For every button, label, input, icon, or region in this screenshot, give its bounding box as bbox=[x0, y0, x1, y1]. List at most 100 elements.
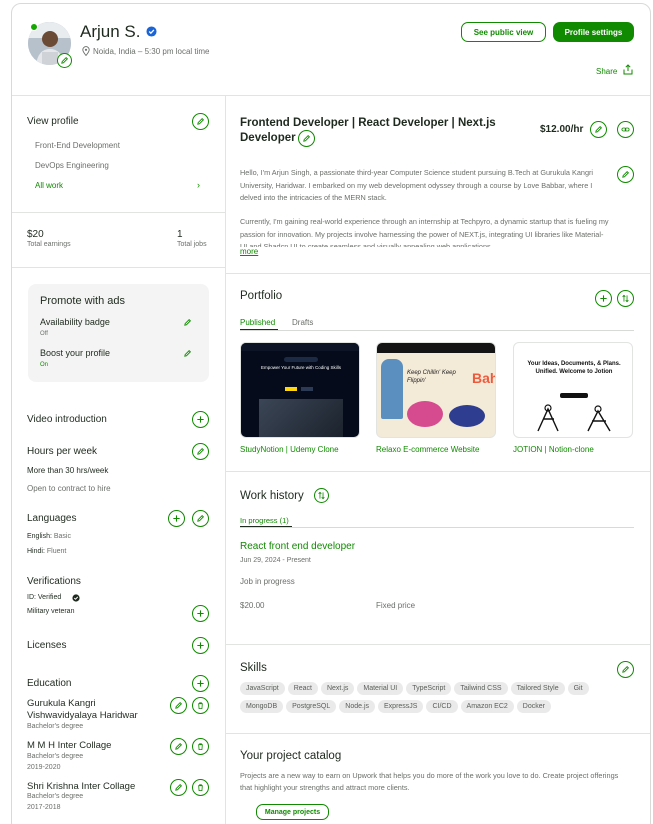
skills-list: JavaScript React Next.js Material UI TypeScr… bbox=[240, 682, 620, 718]
add-language-button[interactable] bbox=[168, 510, 185, 527]
thumb-pill bbox=[284, 357, 318, 362]
thumb-brand: Bah bbox=[472, 370, 496, 386]
portfolio-item-title[interactable]: JOTION | Notion-clone bbox=[513, 445, 594, 454]
main-divider-2 bbox=[226, 471, 650, 472]
skill-tag[interactable]: ExpressJS bbox=[378, 700, 424, 713]
skill-tag[interactable]: Next.js bbox=[320, 682, 355, 695]
portfolio-item-title[interactable]: StudyNotion | Udemy Clone bbox=[240, 445, 339, 454]
skill-tag[interactable]: JavaScript bbox=[240, 682, 285, 695]
education-years: 2019-2020 bbox=[27, 764, 61, 771]
skill-tag[interactable]: TypeScript bbox=[406, 682, 452, 695]
job-amount: $20.00 bbox=[240, 601, 265, 610]
trash-icon bbox=[198, 743, 203, 751]
bio-paragraph-2: Currently, I'm gaining real-world experi… bbox=[240, 217, 609, 247]
video-intro-title: Video introduction bbox=[27, 414, 107, 425]
main-divider-3 bbox=[226, 644, 650, 645]
skill-tag[interactable]: Git bbox=[567, 682, 589, 695]
edit-rate-button[interactable] bbox=[590, 121, 607, 138]
add-education-button[interactable] bbox=[192, 675, 209, 692]
hours-title: Hours per week bbox=[27, 446, 98, 457]
skill-tag[interactable]: CI/CD bbox=[426, 700, 458, 713]
profile-settings-button[interactable]: Profile settings bbox=[553, 22, 634, 42]
education-years: 2017-2018 bbox=[27, 804, 61, 811]
manage-projects-button[interactable]: Manage projects bbox=[256, 804, 329, 820]
copy-link-button[interactable] bbox=[617, 121, 634, 138]
skill-tag[interactable]: MongoDB bbox=[240, 700, 284, 713]
thumb-nav-bar bbox=[377, 343, 495, 353]
edit-boost-pencil-icon[interactable] bbox=[183, 349, 192, 360]
thumb-illustration bbox=[528, 403, 620, 433]
skill-tag[interactable]: Amazon EC2 bbox=[460, 700, 514, 713]
profile-link-devops[interactable]: DevOps Engineering bbox=[35, 161, 109, 170]
plus-icon bbox=[600, 295, 607, 302]
pencil-icon bbox=[595, 125, 603, 133]
project-catalog-title: Your project catalog bbox=[240, 750, 342, 762]
tab-in-progress[interactable]: In progress (1) bbox=[240, 516, 289, 525]
portfolio-thumbnail[interactable]: Empower Your Future with Coding Skills bbox=[240, 342, 360, 438]
portfolio-thumbnail[interactable]: Keep Chillin' Keep Flippin' Bah bbox=[376, 342, 496, 438]
skill-tag[interactable]: PostgreSQL bbox=[286, 700, 337, 713]
edit-photo-button[interactable] bbox=[57, 53, 72, 68]
sort-arrows-icon bbox=[622, 294, 629, 303]
edit-languages-button[interactable] bbox=[192, 510, 209, 527]
pencil-icon bbox=[197, 447, 205, 455]
delete-education-button[interactable] bbox=[192, 738, 209, 755]
edit-education-button[interactable] bbox=[170, 738, 187, 755]
chevron-right-icon: › bbox=[197, 180, 200, 190]
location-text: Noida, India – 5:30 pm local time bbox=[93, 47, 210, 56]
add-video-button[interactable] bbox=[192, 411, 209, 428]
delete-education-button[interactable] bbox=[192, 779, 209, 796]
trash-icon bbox=[198, 784, 203, 792]
edit-bio-button[interactable] bbox=[617, 166, 634, 183]
skill-tag[interactable]: Material UI bbox=[357, 682, 404, 695]
bio-more-link[interactable]: more bbox=[240, 247, 258, 256]
language-level: Basic bbox=[53, 533, 71, 540]
skill-tag[interactable]: Docker bbox=[516, 700, 551, 713]
thumb-nav-bar bbox=[241, 343, 359, 351]
edit-specialized-profiles-button[interactable] bbox=[192, 113, 209, 130]
pencil-icon bbox=[197, 514, 205, 522]
availability-badge-status: Off bbox=[40, 331, 48, 337]
delete-education-button[interactable] bbox=[192, 697, 209, 714]
skill-tag[interactable]: React bbox=[287, 682, 318, 695]
add-verification-button[interactable] bbox=[192, 605, 209, 622]
hours-value: More than 30 hrs/week bbox=[27, 466, 109, 475]
edit-skills-button[interactable] bbox=[617, 661, 634, 678]
profile-link-all-work[interactable]: All work bbox=[35, 181, 63, 190]
profile-page: Arjun S. Noida, India – 5:30 pm local ti… bbox=[0, 0, 653, 824]
thumb-button bbox=[301, 387, 313, 391]
skill-tag[interactable]: Tailored Style bbox=[510, 682, 565, 695]
edit-title-button[interactable] bbox=[298, 130, 315, 147]
link-icon bbox=[621, 127, 630, 132]
add-license-button[interactable] bbox=[192, 637, 209, 654]
portfolio-item-title[interactable]: Relaxo E-commerce Website bbox=[376, 445, 479, 454]
add-portfolio-button[interactable] bbox=[595, 290, 612, 307]
tab-drafts[interactable]: Drafts bbox=[292, 318, 313, 327]
plus-icon bbox=[173, 515, 180, 522]
id-verified-text: ID: Verified bbox=[27, 594, 62, 601]
thumb-person bbox=[381, 359, 403, 419]
skill-tag[interactable]: Tailwind CSS bbox=[454, 682, 508, 695]
edit-availability-pencil-icon[interactable] bbox=[183, 318, 192, 329]
language-english: English: Basic bbox=[27, 533, 71, 540]
see-public-view-button[interactable]: See public view bbox=[461, 22, 546, 42]
portfolio-thumbnail[interactable]: Your Ideas, Documents, & Plans. Unified.… bbox=[513, 342, 633, 438]
profile-link-frontend[interactable]: Front-End Development bbox=[35, 141, 120, 150]
job-title-link[interactable]: React front end developer bbox=[240, 541, 355, 552]
thumb-headline: Empower Your Future with Coding Skills bbox=[260, 365, 342, 370]
skill-tag[interactable]: Node.js bbox=[339, 700, 376, 713]
pencil-icon bbox=[175, 701, 183, 709]
edit-education-button[interactable] bbox=[170, 779, 187, 796]
share-link[interactable]: Share bbox=[596, 67, 617, 76]
tab-published[interactable]: Published bbox=[240, 318, 275, 327]
edit-hours-button[interactable] bbox=[192, 443, 209, 460]
sort-work-history-button[interactable] bbox=[314, 488, 329, 503]
edit-education-button[interactable] bbox=[170, 697, 187, 714]
job-type: Fixed price bbox=[376, 601, 416, 610]
thumb-headline: Keep Chillin' Keep Flippin' bbox=[407, 370, 456, 384]
education-degree: Bachelor's degree bbox=[27, 723, 84, 730]
boost-profile-status: On bbox=[40, 362, 49, 368]
reorder-portfolio-button[interactable] bbox=[617, 290, 634, 307]
verified-badge-icon bbox=[146, 26, 157, 37]
share-icon[interactable] bbox=[623, 64, 633, 77]
